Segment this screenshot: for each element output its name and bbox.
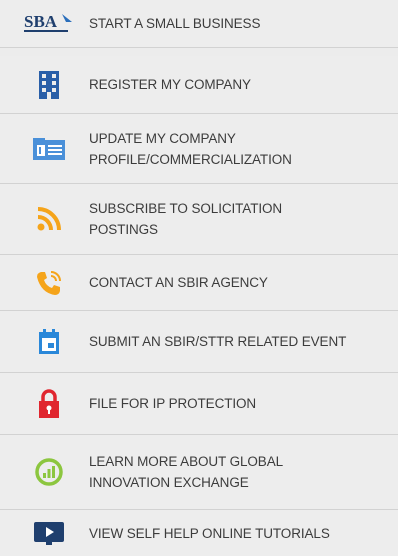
- quick-links-menu: SBA START A SMALL BUSINESS REGISTER MY C…: [0, 0, 398, 556]
- menu-item-label: SUBMIT AN SBIR/STTR RELATED EVENT: [89, 334, 347, 349]
- menu-item-contact-agency[interactable]: CONTACT AN SBIR AGENCY: [0, 255, 398, 311]
- menu-item-file-ip-protection[interactable]: FILE FOR IP PROTECTION: [0, 373, 398, 435]
- menu-item-label: START A SMALL BUSINESS: [89, 16, 261, 31]
- lock-icon: [22, 384, 76, 424]
- building-icon: [22, 65, 76, 105]
- menu-item-label: LEARN MORE ABOUT GLOBAL INNOVATION EXCHA…: [89, 454, 284, 490]
- menu-item-label: FILE FOR IP PROTECTION: [89, 396, 257, 411]
- menu-item-label: UPDATE MY COMPANY PROFILE/COMMERCIALIZAT…: [89, 130, 292, 167]
- menu-item-view-tutorials[interactable]: VIEW SELF HELP ONLINE TUTORIALS: [0, 510, 398, 556]
- menu-item-label: SUBSCRIBE TO SOLICITATION POSTINGS: [89, 201, 283, 237]
- growth-chart-icon: [22, 452, 76, 492]
- video-play-icon: [22, 513, 76, 553]
- phone-icon: [22, 263, 76, 303]
- menu-item-register-company[interactable]: REGISTER MY COMPANY: [0, 56, 398, 114]
- rss-icon: [22, 199, 76, 239]
- menu-item-subscribe-solicitation[interactable]: SUBSCRIBE TO SOLICITATION POSTINGS: [0, 184, 398, 255]
- menu-item-label: REGISTER MY COMPANY: [89, 77, 251, 92]
- profile-card-icon: [22, 129, 76, 169]
- menu-item-global-innovation-exchange[interactable]: LEARN MORE ABOUT GLOBAL INNOVATION EXCHA…: [0, 435, 398, 510]
- menu-item-submit-event[interactable]: SUBMIT AN SBIR/STTR RELATED EVENT: [0, 311, 398, 373]
- sba-logo-icon: SBA: [22, 4, 76, 44]
- svg-text:SBA: SBA: [24, 12, 58, 31]
- menu-item-update-profile[interactable]: UPDATE MY COMPANY PROFILE/COMMERCIALIZAT…: [0, 114, 398, 184]
- menu-item-label: CONTACT AN SBIR AGENCY: [89, 275, 268, 290]
- menu-item-label: VIEW SELF HELP ONLINE TUTORIALS: [89, 525, 330, 541]
- menu-item-start-small-business[interactable]: SBA START A SMALL BUSINESS: [0, 0, 398, 48]
- calendar-icon: [22, 322, 76, 362]
